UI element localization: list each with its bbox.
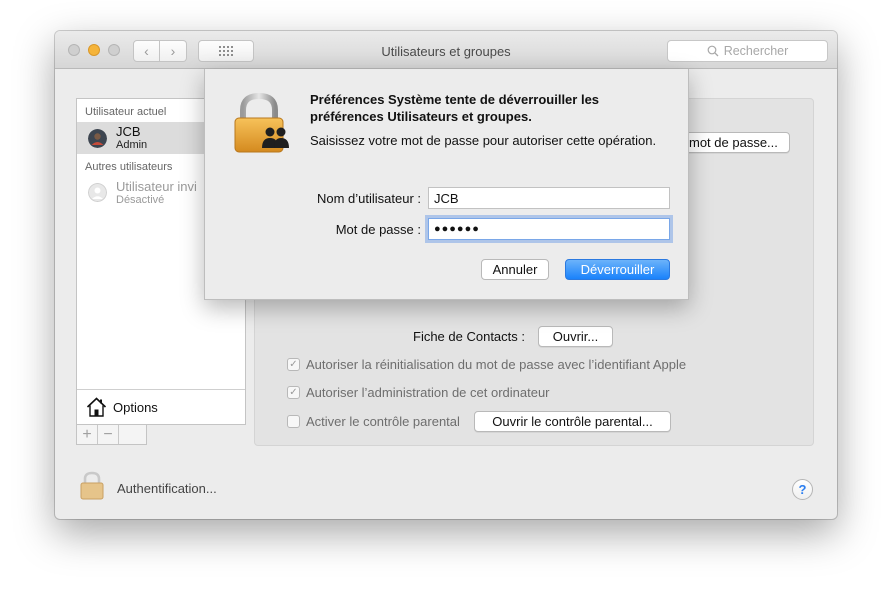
- open-parental-control-button[interactable]: Ouvrir le contrôle parental...: [474, 411, 671, 432]
- allow-admin-row[interactable]: ✓ Autoriser l’administration de cet ordi…: [287, 385, 550, 400]
- title-bar: ‹ › Utilisateurs et groupes Rechercher: [55, 31, 837, 69]
- username-field[interactable]: JCB: [428, 187, 670, 209]
- unlock-dialog: Préférences Système tente de déverrouill…: [204, 69, 689, 300]
- search-placeholder: Rechercher: [723, 44, 789, 58]
- add-remove-bar: + −: [76, 425, 147, 445]
- parental-control-row[interactable]: Activer le contrôle parental: [287, 414, 460, 429]
- search-field[interactable]: Rechercher: [667, 40, 828, 62]
- dialog-message: Saisissez votre mot de passe pour autori…: [310, 133, 657, 148]
- user-role: Admin: [116, 139, 148, 151]
- help-button[interactable]: ?: [792, 479, 813, 500]
- lock-icon[interactable]: [79, 471, 105, 501]
- allow-reset-label: Autoriser la réinitialisation du mot de …: [306, 357, 687, 372]
- house-icon: [86, 397, 107, 417]
- remove-user-button[interactable]: −: [98, 425, 119, 444]
- allow-reset-checkbox[interactable]: ✓: [287, 358, 300, 371]
- dialog-title: Préférences Système tente de déverrouill…: [310, 92, 600, 124]
- guest-avatar-icon: [88, 183, 107, 202]
- change-password-button[interactable]: mot de passe...: [684, 132, 790, 153]
- user-name: JCB: [116, 124, 141, 139]
- options-label: Options: [113, 400, 158, 415]
- allow-admin-checkbox[interactable]: ✓: [287, 386, 300, 399]
- contacts-label: Fiche de Contacts :: [413, 329, 525, 344]
- guest-status: Désactivé: [116, 194, 165, 206]
- username-label: Nom d’utilisateur :: [316, 191, 421, 206]
- unlock-button[interactable]: Déverrouiller: [565, 259, 670, 280]
- open-contact-button[interactable]: Ouvrir...: [538, 326, 613, 347]
- search-icon: [707, 45, 719, 57]
- current-user-header: Utilisateur actuel: [85, 106, 167, 118]
- cancel-button[interactable]: Annuler: [481, 259, 549, 280]
- allow-admin-label: Autoriser l’administration de cet ordina…: [306, 385, 550, 400]
- password-label: Mot de passe :: [335, 222, 421, 237]
- parental-control-checkbox[interactable]: [287, 415, 300, 428]
- login-options-row[interactable]: Options: [77, 389, 245, 424]
- other-users-header: Autres utilisateurs: [85, 161, 173, 173]
- authentication-label[interactable]: Authentification...: [117, 481, 217, 496]
- parental-control-label: Activer le contrôle parental: [306, 414, 460, 429]
- allow-reset-row[interactable]: ✓ Autoriser la réinitialisation du mot d…: [287, 357, 686, 372]
- password-field[interactable]: ●●●●●●: [428, 218, 670, 240]
- lock-users-icon: [234, 92, 289, 153]
- user-avatar-icon: [88, 129, 107, 148]
- guest-name: Utilisateur invi: [116, 179, 197, 194]
- add-user-button[interactable]: +: [77, 425, 98, 444]
